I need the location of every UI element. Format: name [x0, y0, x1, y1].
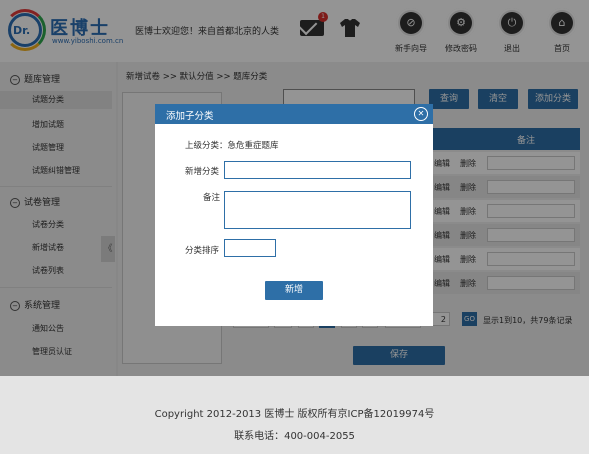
footer: Copyright 2012-2013 医博士 版权所有京ICP备1201997…	[0, 376, 589, 454]
close-icon[interactable]: ✕	[414, 107, 428, 121]
new-category-label: 新增分类	[185, 167, 220, 177]
copyright-text: Copyright 2012-2013 医博士 版权所有京ICP备1201997…	[154, 409, 435, 420]
note-textarea[interactable]	[224, 191, 411, 229]
contact-phone: 联系电话：400-004-2055	[234, 431, 355, 442]
sort-order-input[interactable]	[224, 239, 276, 257]
new-category-input[interactable]	[224, 161, 411, 179]
sort-order-label: 分类排序	[185, 246, 220, 256]
note-label: 备注	[203, 193, 221, 203]
parent-category-label: 上级分类：急危重症题库	[185, 141, 279, 151]
dialog-title: 添加子分类	[166, 111, 214, 122]
add-subcategory-dialog: 添加子分类 ✕ 上级分类：急危重症题库 新增分类 备注 分类排序 新增	[155, 104, 433, 326]
dialog-title-bar: 添加子分类	[155, 104, 433, 124]
add-submit-button[interactable]: 新增	[265, 281, 323, 300]
